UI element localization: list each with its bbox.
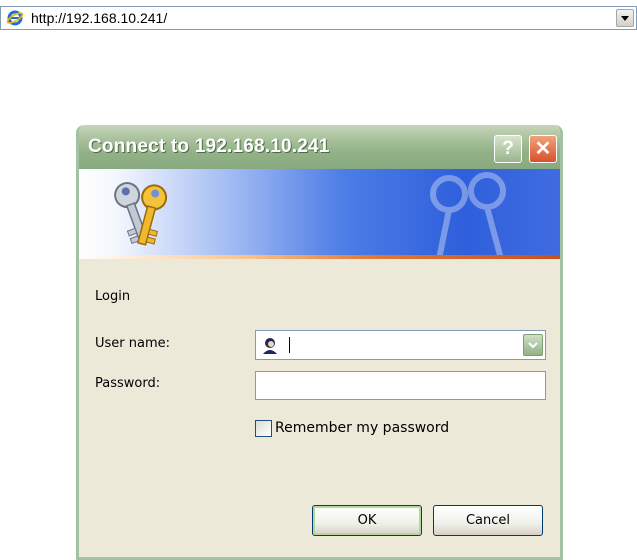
login-dialog: Connect to 192.168.10.241 ? ✕ Login User… — [76, 125, 563, 560]
address-bar[interactable]: http://192.168.10.241/ — [0, 6, 637, 30]
login-label: Login — [95, 289, 131, 304]
text-caret — [289, 337, 290, 353]
dialog-titlebar[interactable]: Connect to 192.168.10.241 ? ✕ — [79, 125, 560, 169]
user-avatar-icon — [261, 336, 279, 354]
remember-password[interactable]: Remember my password — [255, 418, 449, 438]
address-dropdown-button[interactable] — [616, 9, 634, 27]
password-label: Password: — [95, 376, 161, 391]
username-dropdown-button[interactable] — [523, 334, 543, 356]
username-combobox[interactable] — [255, 330, 546, 360]
cancel-button[interactable]: Cancel — [433, 505, 543, 536]
remember-checkbox[interactable] — [255, 419, 272, 437]
remember-label[interactable]: Remember my password — [275, 420, 449, 436]
close-button[interactable]: ✕ — [529, 135, 557, 163]
ok-button[interactable]: OK — [312, 505, 422, 536]
address-url[interactable]: http://192.168.10.241/ — [31, 10, 167, 26]
dialog-title: Connect to 192.168.10.241 — [88, 136, 330, 157]
password-field[interactable] — [255, 371, 546, 400]
ie-icon — [6, 9, 24, 27]
keys-icon — [105, 175, 175, 251]
banner-divider — [79, 255, 560, 259]
keys-watermark-icon — [409, 169, 529, 255]
help-button[interactable]: ? — [494, 135, 522, 163]
dialog-banner — [79, 169, 560, 255]
username-label: User name: — [95, 336, 171, 351]
